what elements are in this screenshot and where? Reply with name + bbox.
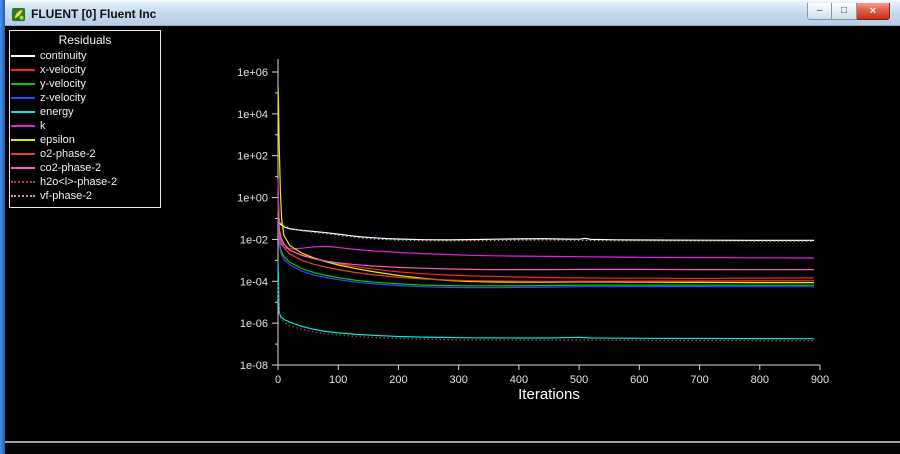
legend-swatch: [11, 181, 35, 183]
legend-title: Residuals: [58, 33, 112, 47]
legend-item: y-velocity: [10, 77, 160, 91]
legend-label: co2-phase-2: [40, 162, 102, 174]
background-window-edge: [0, 0, 5, 454]
legend-swatch: [11, 139, 35, 141]
y-tick-label: 1e+06: [237, 67, 268, 79]
x-tick-label: 900: [811, 374, 829, 386]
x-axis-title: Iterations: [518, 386, 580, 403]
legend-swatch: [11, 167, 35, 169]
legend-label: o2-phase-2: [40, 148, 96, 160]
legend-item: co2-phase-2: [10, 161, 160, 175]
y-tick-label: 1e-04: [240, 276, 268, 288]
legend-label: k: [40, 120, 46, 132]
titlebar[interactable]: FLUENT [0] Fluent Inc – □ ×: [5, 3, 900, 26]
series-h2o-l-phase-2: [277, 281, 814, 342]
maximize-button[interactable]: □: [832, 3, 857, 20]
legend-item: o2-phase-2: [10, 147, 160, 161]
console-strip: [5, 443, 900, 454]
legend-swatch: [11, 111, 35, 113]
x-tick-label: 0: [275, 374, 281, 386]
y-tick-label: 1e-02: [240, 234, 268, 246]
legend-swatch: [11, 83, 35, 85]
x-tick-label: 600: [630, 374, 648, 386]
x-tick-label: 400: [510, 374, 528, 386]
legend-label: continuity: [40, 50, 87, 62]
x-tick-label: 700: [690, 374, 708, 386]
series-o2-phase-2: [277, 208, 815, 282]
minimize-button[interactable]: –: [807, 3, 832, 20]
legend-item: energy: [10, 105, 160, 119]
legend-item: x-velocity: [10, 63, 160, 77]
legend: Residuals continuity x-velocity y-velocity…: [9, 30, 161, 208]
fluent-app-icon[interactable]: [11, 7, 26, 22]
window-controls: – □ ×: [807, 3, 890, 20]
legend-item: z-velocity: [10, 91, 160, 105]
legend-swatch: [11, 69, 35, 71]
legend-label: energy: [40, 106, 74, 118]
legend-items: continuity x-velocity y-velocity z-velocity…: [10, 49, 160, 203]
legend-item: epsilon: [10, 133, 160, 147]
close-button[interactable]: ×: [857, 3, 890, 20]
y-tick-label: 1e-08: [240, 360, 268, 372]
series-k: [277, 178, 815, 259]
legend-label: vf-phase-2: [40, 190, 92, 202]
legend-swatch: [11, 97, 35, 99]
x-tick-label: 500: [570, 374, 588, 386]
legend-label: h2o<l>-phase-2: [40, 176, 118, 188]
legend-label: y-velocity: [40, 78, 86, 90]
legend-item: vf-phase-2: [10, 189, 160, 203]
legend-item: continuity: [10, 49, 160, 63]
x-tick-label: 100: [329, 374, 347, 386]
y-tick-label: 1e+04: [237, 109, 268, 121]
legend-swatch: [11, 153, 35, 155]
legend-swatch: [11, 195, 35, 197]
y-tick-label: 1e+00: [237, 193, 268, 205]
x-tick-label: 200: [389, 374, 407, 386]
legend-label: x-velocity: [40, 64, 86, 76]
legend-item: k: [10, 119, 160, 133]
legend-label: epsilon: [40, 134, 75, 146]
y-tick-label: 1e+02: [237, 151, 268, 163]
y-tick-label: 1e-06: [240, 318, 268, 330]
window-title: FLUENT [0] Fluent Inc: [31, 7, 157, 21]
x-tick-label: 800: [751, 374, 769, 386]
series-continuity: [277, 191, 814, 241]
fluent-window: FLUENT [0] Fluent Inc – □ × 1e+06 1e+04 1e…: [5, 0, 900, 454]
legend-item: h2o<l>-phase-2: [10, 175, 160, 189]
plot-area: 1e+06 1e+04 1e+02 1e+00 1e-02 1e-04 1e-06 1e-08…: [5, 26, 900, 441]
legend-swatch: [11, 55, 35, 57]
series-z-velocity: [277, 205, 814, 289]
legend-swatch: [11, 125, 35, 127]
series-epsilon: [277, 86, 814, 284]
x-tick-label: 300: [449, 374, 467, 386]
series-y-velocity: [277, 203, 814, 287]
series-energy: [277, 260, 815, 340]
legend-label: z-velocity: [40, 92, 86, 104]
series-vf-phase-2: [277, 214, 814, 242]
